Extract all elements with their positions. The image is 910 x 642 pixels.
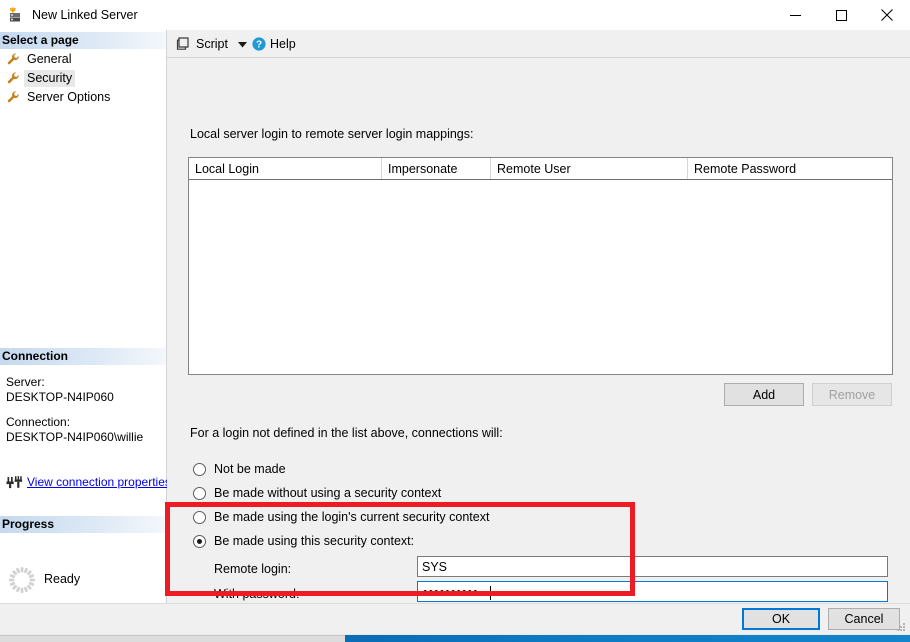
ok-button[interactable]: OK: [742, 608, 820, 630]
radio-label: Be made using this security context:: [214, 534, 415, 548]
left-panel: Select a page General Security Server Op…: [0, 30, 171, 603]
help-button-label: Help: [270, 36, 296, 51]
remove-button: Remove: [812, 383, 892, 406]
radio-this-security-context[interactable]: Be made using this security context:: [193, 532, 414, 550]
security-page-body: Local server login to remote server logi…: [167, 58, 910, 603]
progress-header: Progress: [0, 516, 166, 533]
help-button[interactable]: ? Help: [252, 30, 296, 57]
radio-icon-selected: [193, 534, 206, 548]
sidebar-item-security[interactable]: Security: [6, 70, 79, 87]
connection-value: DESKTOP-N4IP060\willie: [6, 430, 144, 444]
progress-status: Ready: [44, 572, 81, 586]
for-login-caption: For a login not defined in the list abov…: [190, 426, 503, 440]
radio-logins-current-security-context[interactable]: Be made using the login's current securi…: [193, 508, 489, 526]
radio-label: Not be made: [214, 462, 286, 476]
resize-grip-icon[interactable]: [895, 620, 907, 632]
with-password-input[interactable]: ••••••••••: [417, 581, 888, 602]
text-caret: [490, 586, 491, 600]
content-panel: Script ? Help Local server login to remo…: [167, 30, 910, 603]
radio-icon: [193, 486, 206, 500]
radio-label: Be made without using a security context: [214, 486, 442, 500]
window-title: New Linked Server: [32, 8, 138, 22]
connection-header: Connection: [0, 348, 166, 365]
wrench-icon: [6, 90, 21, 105]
remote-login-label: Remote login:: [214, 562, 292, 576]
login-mappings-table[interactable]: Local Login Impersonate Remote User Remo…: [188, 157, 893, 375]
cancel-button[interactable]: Cancel: [828, 608, 900, 630]
plug-icon: [6, 475, 23, 490]
sidebar-item-label: Security: [24, 70, 76, 87]
sidebar-item-general[interactable]: General: [6, 51, 78, 68]
sidebar-item-label: General: [27, 52, 72, 66]
help-circle-icon: ?: [252, 36, 266, 51]
radio-not-be-made[interactable]: Not be made: [193, 460, 286, 478]
sidebar-item-label: Server Options: [27, 90, 111, 104]
column-header-remote-user[interactable]: Remote User: [491, 158, 688, 179]
add-button[interactable]: Add: [724, 383, 804, 406]
column-header-remote-password[interactable]: Remote Password: [688, 158, 892, 179]
radio-icon: [193, 462, 206, 476]
server-label: Server:: [6, 375, 45, 389]
radio-icon: [193, 510, 206, 524]
column-header-impersonate[interactable]: Impersonate: [382, 158, 491, 179]
chevron-down-icon: [237, 37, 247, 51]
password-masked-value: ••••••••••: [423, 585, 479, 599]
script-button[interactable]: Script: [176, 30, 228, 57]
column-header-local-login[interactable]: Local Login: [189, 158, 382, 179]
select-page-header: Select a page: [0, 32, 166, 49]
radio-label: Be made using the login's current securi…: [214, 510, 490, 524]
new-linked-server-dialog: New Linked Server Select a page General: [0, 0, 910, 642]
close-button[interactable]: [864, 0, 910, 30]
radio-without-security-context[interactable]: Be made without using a security context: [193, 484, 441, 502]
table-header-row: Local Login Impersonate Remote User Remo…: [189, 158, 892, 180]
svg-text:?: ?: [256, 39, 262, 50]
script-button-label: Script: [196, 36, 228, 51]
connection-label: Connection:: [6, 415, 71, 429]
window-behind-accent: [345, 635, 910, 642]
wrench-icon: [6, 71, 21, 86]
remote-login-input[interactable]: [417, 556, 888, 577]
wrench-icon: [6, 52, 21, 67]
script-icon: [176, 36, 191, 51]
server-value: DESKTOP-N4IP060: [6, 390, 114, 404]
minimize-button[interactable]: [772, 0, 818, 30]
with-password-label: With password:: [214, 587, 300, 601]
script-dropdown-button[interactable]: [233, 30, 251, 57]
title-bar: New Linked Server: [0, 0, 910, 31]
maximize-button[interactable]: [818, 0, 864, 30]
mappings-caption: Local server login to remote server logi…: [190, 127, 474, 141]
view-connection-properties-link[interactable]: View connection properties: [27, 475, 171, 490]
dialog-toolbar: Script ? Help: [167, 30, 910, 58]
sidebar-item-server-options[interactable]: Server Options: [6, 89, 117, 106]
spinner-icon: [8, 566, 36, 594]
window-behind-left: [0, 635, 345, 642]
linked-server-icon: [7, 7, 24, 23]
